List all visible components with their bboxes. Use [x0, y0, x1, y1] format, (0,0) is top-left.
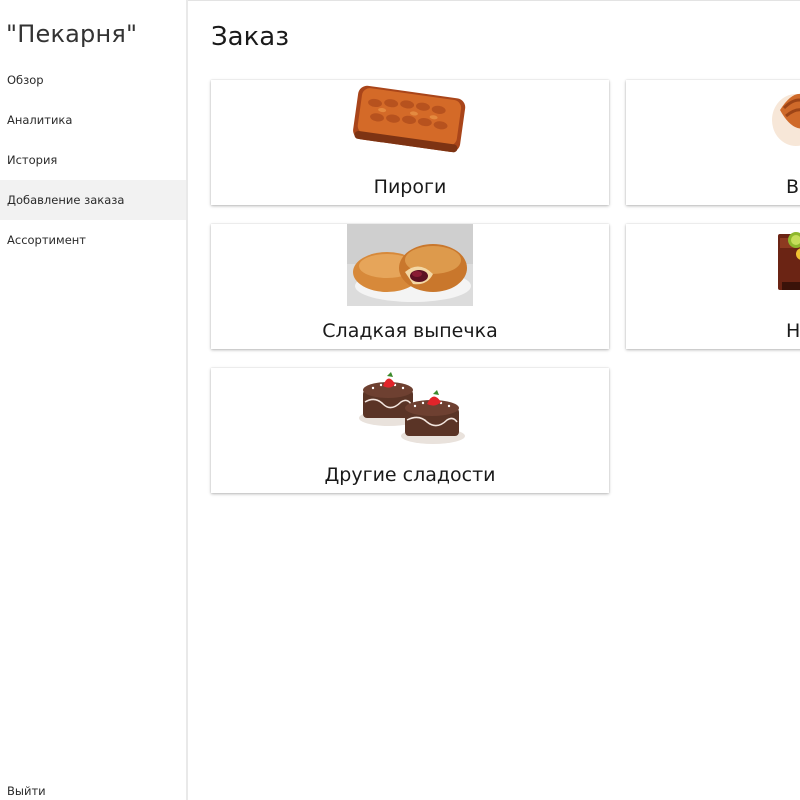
category-label-pies: Пироги: [373, 176, 447, 198]
app-window: "Пекарня" Обзор Аналитика История Добавл…: [0, 0, 800, 800]
drinks-image: [778, 232, 800, 290]
sidebar-item-history[interactable]: История: [0, 140, 186, 180]
category-label-drinks: Н: [786, 320, 800, 342]
category-card-other-sweets[interactable]: Другие сладости: [211, 368, 609, 493]
category-card-drinks[interactable]: Н: [626, 224, 800, 349]
sweet-bun-image: [347, 224, 473, 306]
app-title: "Пекарня": [6, 20, 138, 48]
sidebar: "Пекарня" Обзор Аналитика История Добавл…: [0, 0, 188, 800]
sidebar-item-assortment[interactable]: Ассортимент: [0, 220, 186, 260]
pie-image: [353, 85, 466, 153]
sidebar-item-overview[interactable]: Обзор: [0, 60, 186, 100]
sidebar-nav: Обзор Аналитика История Добавление заказ…: [0, 60, 186, 260]
sidebar-item-analytics[interactable]: Аналитика: [0, 100, 186, 140]
category-label-sweet-pastry: Сладкая выпечка: [322, 320, 498, 342]
category-card-pies[interactable]: Пироги: [211, 80, 609, 205]
category-label-other-sweets: Другие сладости: [324, 464, 496, 486]
category-card-baked[interactable]: Вы: [626, 80, 800, 205]
category-label-baked: Вы: [786, 176, 800, 198]
page-title: Заказ: [211, 22, 290, 52]
baked-goods-image: [772, 93, 800, 146]
category-card-sweet-pastry[interactable]: Сладкая выпечка: [211, 224, 609, 349]
logout-button[interactable]: Выйти: [7, 784, 46, 800]
sidebar-item-add-order[interactable]: Добавление заказа: [0, 180, 186, 220]
cakes-image: [359, 372, 465, 444]
